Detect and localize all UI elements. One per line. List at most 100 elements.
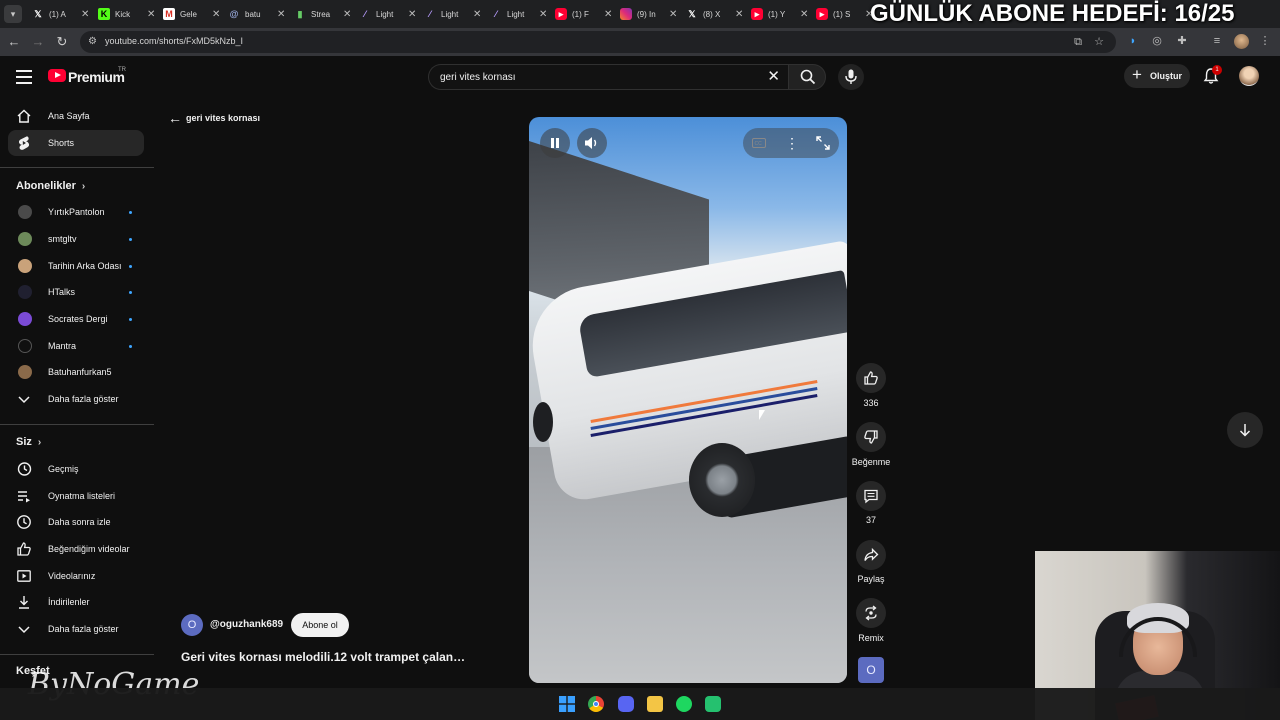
- sidebar-item-watch-later[interactable]: Daha sonra izle: [8, 509, 144, 535]
- subscriptions-heading[interactable]: Abonelikler ›: [16, 180, 85, 192]
- x-logo-icon: 𝕏: [688, 9, 696, 19]
- you-heading[interactable]: Siz ›: [16, 436, 41, 448]
- close-icon[interactable]: ✕: [277, 9, 285, 20]
- discord-icon[interactable]: [618, 696, 634, 712]
- close-icon[interactable]: ✕: [604, 9, 612, 20]
- vpn-extension-icon[interactable]: ◎: [1150, 34, 1164, 48]
- browser-tab[interactable]: ⁄ Light ✕: [353, 2, 416, 26]
- close-icon[interactable]: ✕: [408, 9, 416, 20]
- windows-start-icon[interactable]: [559, 696, 575, 712]
- country-code: TR: [118, 67, 126, 73]
- browser-tab[interactable]: ▮ Strea ✕: [288, 2, 352, 26]
- spotify-icon[interactable]: [676, 696, 692, 712]
- search-button[interactable]: [788, 64, 826, 90]
- site-info-icon[interactable]: ⚙: [88, 36, 100, 48]
- browser-tab[interactable]: ▸ (1) F ✕: [549, 2, 612, 26]
- channel-handle[interactable]: @oguzhank689: [210, 619, 283, 630]
- file-explorer-icon[interactable]: [647, 696, 663, 712]
- comments-button[interactable]: [856, 481, 886, 511]
- browser-tab[interactable]: @ batu ✕: [222, 2, 286, 26]
- tab-search-icon[interactable]: ▾: [4, 5, 22, 23]
- account-avatar[interactable]: [1239, 66, 1259, 86]
- youtube-icon: ▸: [751, 8, 763, 20]
- address-bar[interactable]: ⚙ youtube.com/shorts/FxMD5kNzb_I ⧉ ☆: [80, 31, 1116, 53]
- create-button[interactable]: + Oluştur: [1124, 64, 1190, 88]
- close-icon[interactable]: ✕: [539, 9, 547, 20]
- sidebar-item-downloads[interactable]: İndirilenler: [8, 589, 144, 615]
- remix-button[interactable]: [856, 598, 886, 628]
- share-button[interactable]: [856, 540, 886, 570]
- pause-button[interactable]: [540, 128, 570, 158]
- sound-source-thumbnail[interactable]: O: [858, 657, 884, 683]
- sidebar-item-subscription[interactable]: Batuhanfurkan5: [8, 359, 144, 385]
- back-icon[interactable]: ←: [6, 34, 22, 50]
- short-title[interactable]: Geri vites kornası melodili.12 volt tram…: [181, 650, 465, 664]
- browser-tab[interactable]: (9) In ✕: [614, 2, 677, 26]
- browser-menu-icon[interactable]: ⋮: [1258, 34, 1272, 48]
- hamburger-menu-icon[interactable]: [16, 70, 32, 84]
- close-icon[interactable]: ✕: [735, 9, 743, 20]
- close-icon[interactable]: ✕: [81, 9, 89, 20]
- sidebar-item-home[interactable]: Ana Sayfa: [8, 103, 144, 129]
- install-app-icon[interactable]: ⧉: [1072, 36, 1084, 48]
- sidebar-item-subscription[interactable]: Mantra: [8, 333, 144, 359]
- close-icon[interactable]: ✕: [212, 9, 220, 20]
- forward-icon[interactable]: →: [30, 34, 46, 50]
- tab-title: Gele: [180, 9, 197, 19]
- sidebar-item-subscription[interactable]: smtgltv: [8, 226, 144, 252]
- sidebar-show-more-subscriptions[interactable]: Daha fazla göster: [8, 386, 144, 412]
- reading-list-icon[interactable]: ≡: [1210, 34, 1224, 48]
- tab-title: (8) X: [703, 9, 721, 19]
- browser-tab[interactable]: 𝕏 (1) A ✕: [26, 2, 89, 26]
- shorts-video-player[interactable]: CC ⋮: [529, 117, 847, 683]
- next-short-button[interactable]: [1227, 412, 1263, 448]
- extensions-icon[interactable]: ✚: [1175, 34, 1189, 48]
- voice-extension-icon[interactable]: ◗: [1126, 34, 1140, 48]
- voice-search-button[interactable]: [838, 64, 864, 90]
- feather-icon: ⁄: [364, 9, 366, 19]
- browser-tab[interactable]: K Kick ✕: [92, 2, 155, 26]
- browser-tab[interactable]: M Gele ✕: [157, 2, 220, 26]
- subscribe-button[interactable]: Abone ol: [291, 613, 349, 637]
- reload-icon[interactable]: ↻: [54, 34, 70, 50]
- browser-tab[interactable]: 𝕏 (8) X ✕: [680, 2, 743, 26]
- sidebar-item-subscription[interactable]: YırtıkPantolon: [8, 199, 144, 225]
- browser-tab[interactable]: ▸ (1) Y ✕: [745, 2, 808, 26]
- youtube-icon: ▸: [816, 8, 828, 20]
- fullscreen-icon[interactable]: [816, 136, 830, 150]
- browser-tab[interactable]: ▸ (1) S ✕: [810, 2, 873, 26]
- close-icon[interactable]: ✕: [473, 9, 481, 20]
- search-input[interactable]: geri vites kornası ✕: [428, 64, 788, 90]
- sidebar-item-your-videos[interactable]: Videolarınız: [8, 563, 144, 589]
- channel-avatar: [18, 312, 32, 326]
- youtube-logo-icon[interactable]: [48, 69, 66, 82]
- channel-avatar[interactable]: O: [181, 614, 203, 636]
- bookmark-star-icon[interactable]: ☆: [1093, 36, 1105, 48]
- sidebar-show-more-you[interactable]: Daha fazla göster: [8, 616, 144, 642]
- sidebar-item-subscription[interactable]: Socrates Dergi: [8, 306, 144, 332]
- volume-button[interactable]: [577, 128, 607, 158]
- playlists-icon: [18, 491, 30, 503]
- close-icon[interactable]: ✕: [343, 9, 351, 20]
- close-icon[interactable]: ✕: [669, 9, 677, 20]
- sidebar-item-subscription[interactable]: Tarihin Arka Odası: [8, 253, 144, 279]
- app-icon[interactable]: [705, 696, 721, 712]
- browser-profile-avatar[interactable]: [1234, 34, 1249, 49]
- sidebar-item-liked-videos[interactable]: Beğendiğim videolar: [8, 536, 144, 562]
- captions-icon[interactable]: CC: [752, 138, 766, 148]
- x-logo-icon: 𝕏: [34, 9, 42, 19]
- chrome-icon[interactable]: [588, 696, 604, 712]
- sidebar-item-playlists[interactable]: Oynatma listeleri: [8, 483, 144, 509]
- dislike-button[interactable]: [856, 422, 886, 452]
- close-icon[interactable]: ✕: [800, 9, 808, 20]
- like-button[interactable]: [856, 363, 886, 393]
- sidebar-item-subscription[interactable]: HTalks: [8, 279, 144, 305]
- sidebar-item-history[interactable]: Geçmiş: [8, 456, 144, 482]
- close-icon[interactable]: ✕: [147, 9, 155, 20]
- sidebar-item-shorts[interactable]: Shorts: [8, 130, 144, 156]
- browser-tab[interactable]: ⁄ Light ✕: [484, 2, 547, 26]
- browser-tab[interactable]: ⁄ Light ✕: [418, 2, 481, 26]
- logo-premium-text[interactable]: Premium: [68, 69, 125, 85]
- clear-search-icon[interactable]: ✕: [767, 69, 780, 85]
- more-options-icon[interactable]: ⋮: [785, 135, 799, 152]
